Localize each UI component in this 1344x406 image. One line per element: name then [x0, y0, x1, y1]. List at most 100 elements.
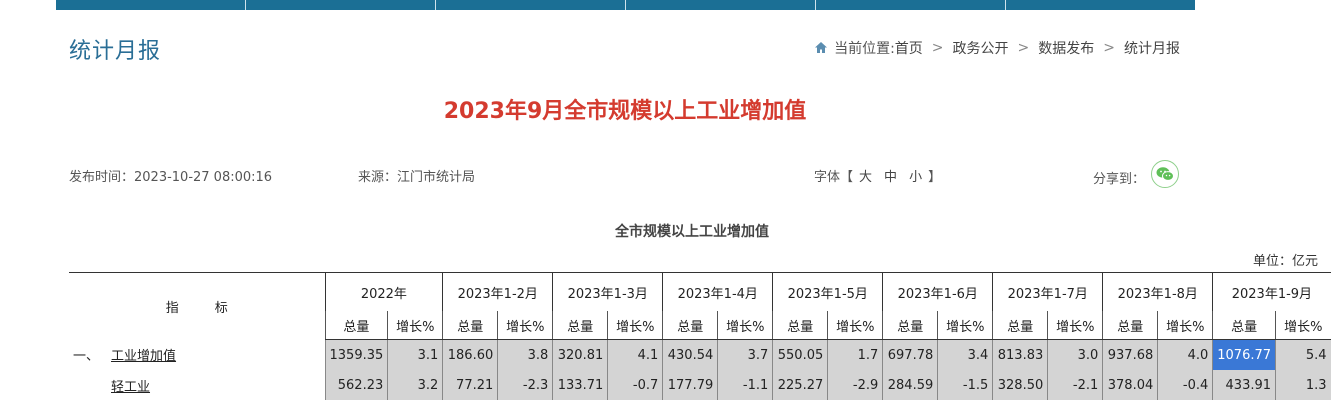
- font-size-small[interactable]: 小: [909, 166, 922, 185]
- font-size-large[interactable]: 大: [859, 166, 872, 185]
- selected-table-cell[interactable]: 1076.77: [1212, 339, 1276, 370]
- font-size-control: 字体 【 大 中 小 】: [814, 166, 941, 185]
- sub-header-total: 总量: [662, 311, 718, 340]
- sub-header-growth: 增长%: [1275, 311, 1331, 340]
- sub-header-total: 总量: [772, 311, 828, 340]
- period-header: 2023年1-6月: [882, 272, 993, 311]
- data-table: 指标 2022年 2023年1-2月 2023年1-3月 2023年1-4月 2…: [69, 272, 1331, 400]
- table-cell: 3.7: [717, 339, 773, 370]
- sub-header-total: 总量: [1102, 311, 1158, 340]
- period-header: 2023年1-5月: [772, 272, 883, 311]
- sub-header-growth: 增长%: [1047, 311, 1103, 340]
- table-cell: 378.04: [1102, 370, 1158, 400]
- period-header: 2023年1-3月: [552, 272, 663, 311]
- table-cell: 3.0: [1047, 339, 1103, 370]
- sub-header-growth: 增长%: [497, 311, 553, 340]
- nav-segment[interactable]: [626, 0, 816, 10]
- table-cell: 328.50: [992, 370, 1048, 400]
- table-cell: -0.4: [1157, 370, 1213, 400]
- table-cell: 430.54: [662, 339, 718, 370]
- table-cell: 5.4: [1275, 339, 1331, 370]
- breadcrumb-separator: >: [931, 40, 944, 56]
- table-cell: 3.8: [497, 339, 553, 370]
- font-size-medium[interactable]: 中: [884, 166, 897, 185]
- publish-time: 发布时间：2023-10-27 08:00:16: [69, 170, 273, 185]
- table-cell: -0.7: [607, 370, 663, 400]
- top-nav-bar: [56, 0, 1195, 10]
- nav-segment[interactable]: [436, 0, 626, 10]
- sub-header-total: 总量: [992, 311, 1048, 340]
- table-cell: -2.3: [497, 370, 553, 400]
- period-header: 2023年1-8月: [1102, 272, 1213, 311]
- share-label: 分享到：: [1093, 171, 1146, 187]
- table-cell: 186.60: [442, 339, 498, 370]
- unit-label: 单位：亿元: [1253, 254, 1319, 269]
- table-cell: -1.5: [937, 370, 993, 400]
- nav-segment[interactable]: [56, 0, 246, 10]
- breadcrumb-separator: >: [1103, 40, 1115, 56]
- sub-header-growth: 增长%: [607, 311, 663, 340]
- font-size-label: 字体: [814, 170, 841, 185]
- table-title: 全市规模以上工业增加值: [615, 224, 769, 240]
- sub-header-total: 总量: [552, 311, 608, 340]
- table-cell: 550.05: [772, 339, 828, 370]
- nav-segment[interactable]: [816, 0, 1006, 10]
- table-cell: 1.7: [827, 339, 883, 370]
- sub-header-growth: 增长%: [937, 311, 993, 340]
- sub-header-growth: 增长%: [827, 311, 883, 340]
- table-row: 一、 工业增加值 1359.35 3.1 186.60 3.8 320.81 4.…: [69, 339, 1331, 370]
- indicator-cell: 一、 工业增加值: [69, 339, 325, 370]
- sub-header-total: 总量: [882, 311, 938, 340]
- sub-header-total: 总量: [1212, 311, 1276, 340]
- period-header: 2022年: [324, 272, 443, 311]
- breadcrumb-item-gov[interactable]: 政务公开: [953, 38, 1009, 58]
- table-cell: 1.3: [1275, 370, 1331, 400]
- wechat-icon[interactable]: [1151, 160, 1180, 188]
- table-cell: 4.0: [1157, 339, 1213, 370]
- breadcrumb-item-data[interactable]: 数据发布: [1038, 38, 1094, 58]
- table-cell: 697.78: [882, 339, 938, 370]
- breadcrumb-item-monthly[interactable]: 统计月报: [1124, 38, 1180, 58]
- font-bracket-close: 】: [928, 170, 942, 185]
- indicator-link[interactable]: 轻工业: [111, 380, 150, 395]
- table-cell: -2.1: [1047, 370, 1103, 400]
- table-cell: 937.68: [1102, 339, 1158, 370]
- page-title: 统计月报: [69, 39, 162, 64]
- breadcrumb-item-home[interactable]: 首页: [895, 38, 923, 58]
- article-title: 2023年9月全市规模以上工业增加值: [443, 99, 807, 124]
- period-header: 2023年1-7月: [992, 272, 1103, 311]
- period-header: 2023年1-2月: [442, 272, 553, 311]
- article-source: 来源：江门市统计局: [358, 170, 476, 185]
- sub-header-growth: 增长%: [717, 311, 773, 340]
- table-cell: -1.1: [717, 370, 773, 400]
- home-icon: [814, 41, 828, 55]
- table-cell: 3.2: [387, 370, 443, 400]
- indicator-link[interactable]: 工业增加值: [111, 349, 176, 364]
- table-cell: 3.4: [937, 339, 993, 370]
- period-header: 2023年1-9月: [1212, 272, 1331, 311]
- font-bracket-open: 【: [840, 170, 854, 185]
- table-cell: 284.59: [882, 370, 938, 400]
- breadcrumb: 当前位置: 首页 > 政务公开 > 数据发布 > 统计月报: [814, 38, 1180, 58]
- table-cell: 433.91: [1212, 370, 1276, 400]
- table-cell: 4.1: [607, 339, 663, 370]
- share-area: 分享到：: [1093, 160, 1180, 188]
- table-cell: 813.83: [992, 339, 1048, 370]
- table-cell: 1359.35: [324, 339, 388, 370]
- table-cell: 225.27: [772, 370, 828, 400]
- sub-header-growth: 增长%: [1157, 311, 1213, 340]
- table-cell: -2.9: [827, 370, 883, 400]
- breadcrumb-prefix: 当前位置:: [834, 41, 895, 57]
- period-header: 2023年1-4月: [662, 272, 773, 311]
- table-cell: 320.81: [552, 339, 608, 370]
- table-cell: 133.71: [552, 370, 608, 400]
- nav-segment[interactable]: [246, 0, 436, 10]
- sub-header-growth: 增长%: [387, 311, 443, 340]
- nav-segment[interactable]: [1006, 0, 1195, 10]
- table-cell: 77.21: [442, 370, 498, 400]
- sub-header-total: 总量: [324, 311, 388, 340]
- breadcrumb-separator: >: [1017, 40, 1030, 56]
- table-row: 轻工业 562.23 3.2 77.21 -2.3 133.71 -0.7 17…: [69, 370, 1331, 400]
- indicator-header: 指标: [69, 272, 325, 340]
- table-cell: 177.79: [662, 370, 718, 400]
